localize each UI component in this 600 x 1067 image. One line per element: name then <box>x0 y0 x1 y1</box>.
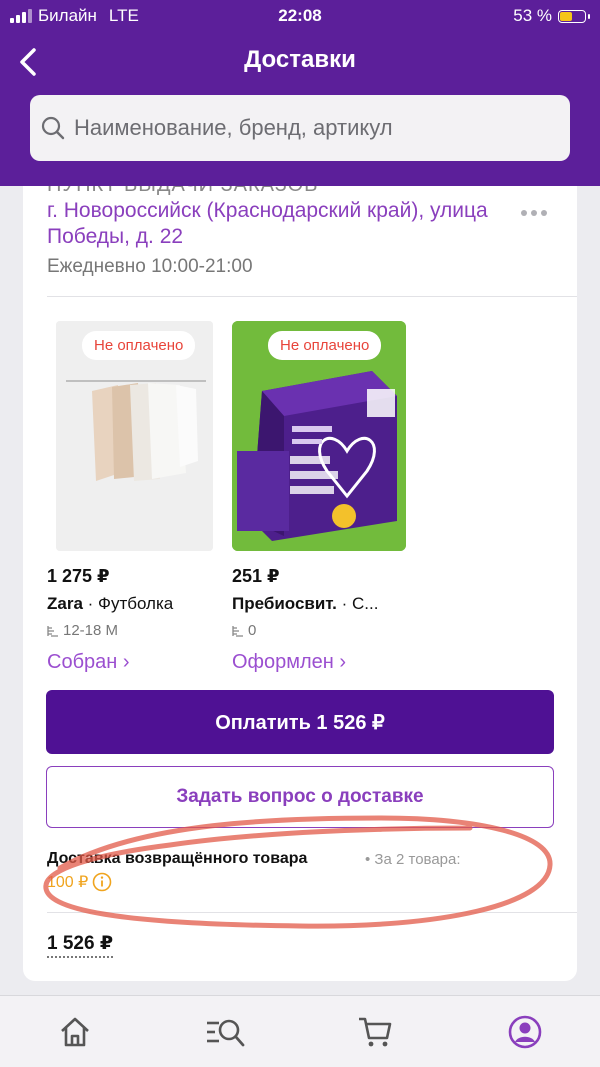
product-name: Zara · Футболка <box>47 594 174 613</box>
status-time: 22:08 <box>278 6 322 25</box>
divider <box>47 912 577 913</box>
return-delivery-price: 100 ₽ <box>47 872 112 892</box>
ruler-icon <box>232 625 243 637</box>
product-price: 1 275 ₽ <box>47 566 110 586</box>
product-title: Футболка <box>98 594 174 613</box>
unpaid-badge: Не оплачено <box>82 331 196 360</box>
app-header: Билайн LTE 22:08 53 % Доставки <box>0 0 600 186</box>
product-image[interactable]: Не оплачено <box>56 321 213 551</box>
return-delivery-meta: • За 2 товара: <box>365 851 461 868</box>
product-brand: Zara <box>47 594 83 613</box>
return-delivery-title: Доставка возвращённого товара <box>47 850 308 867</box>
product-card-prebiosweet[interactable]: Не оплачено 251 ₽ Пребиосвит. · С... 0 О… <box>232 321 408 673</box>
delivery-card: ПУНКТ ВЫДАЧИ ЗАКАЗОВ г. Новороссийск (Кр… <box>23 186 577 981</box>
status-right: 53 % <box>513 6 590 26</box>
battery-icon <box>558 9 590 23</box>
pickup-point-title: ПУНКТ ВЫДАЧИ ЗАКАЗОВ <box>47 186 319 197</box>
product-status-link[interactable]: Оформлен › <box>232 651 346 674</box>
divider <box>47 296 577 297</box>
home-icon <box>61 1017 89 1047</box>
unpaid-badge: Не оплачено <box>268 331 382 360</box>
more-options-icon[interactable] <box>521 210 547 216</box>
profile-icon <box>508 1015 542 1049</box>
tab-catalog[interactable] <box>205 1014 245 1050</box>
bottom-tab-bar <box>0 995 600 1067</box>
product-image[interactable]: Не оплачено <box>232 321 406 551</box>
battery-fill <box>560 11 572 21</box>
tab-cart[interactable] <box>357 1014 393 1050</box>
pay-button[interactable]: Оплатить 1 526 ₽ <box>46 690 554 754</box>
order-total[interactable]: 1 526 ₽ <box>47 932 114 958</box>
page-title: Доставки <box>244 46 356 73</box>
status-bar: Билайн LTE 22:08 53 % <box>0 0 600 34</box>
product-title: С... <box>351 594 379 613</box>
product-card-zara[interactable]: Не оплачено 1 275 ₽ Zara · Футболка 12-1… <box>47 321 232 673</box>
info-icon[interactable] <box>92 872 112 892</box>
tab-profile[interactable] <box>507 1014 543 1050</box>
product-size-value: 0 <box>248 622 257 639</box>
product-brand: Пребиосвит. <box>232 594 337 613</box>
product-size: 0 <box>232 622 256 639</box>
pickup-address[interactable]: г. Новороссийск (Краснодарский край), ул… <box>47 198 497 250</box>
search-bar[interactable] <box>30 95 570 161</box>
product-name: Пребиосвит. · С... <box>232 594 379 613</box>
ask-delivery-question-button[interactable]: Задать вопрос о доставке <box>46 766 554 828</box>
product-size-value: 12-18 M <box>63 622 119 639</box>
product-price: 251 ₽ <box>232 566 280 586</box>
tab-home[interactable] <box>57 1014 93 1050</box>
search-icon <box>41 116 65 140</box>
search-input[interactable] <box>72 114 556 142</box>
catalog-search-icon <box>207 1019 245 1047</box>
product-status-link[interactable]: Собран › <box>47 651 130 674</box>
cart-icon <box>359 1017 392 1047</box>
return-price-value: 100 ₽ <box>47 874 89 891</box>
ruler-icon <box>47 625 58 637</box>
battery-label: 53 % <box>513 6 552 25</box>
pickup-hours: Ежедневно 10:00-21:00 <box>47 256 253 277</box>
product-size: 12-18 M <box>47 622 118 639</box>
